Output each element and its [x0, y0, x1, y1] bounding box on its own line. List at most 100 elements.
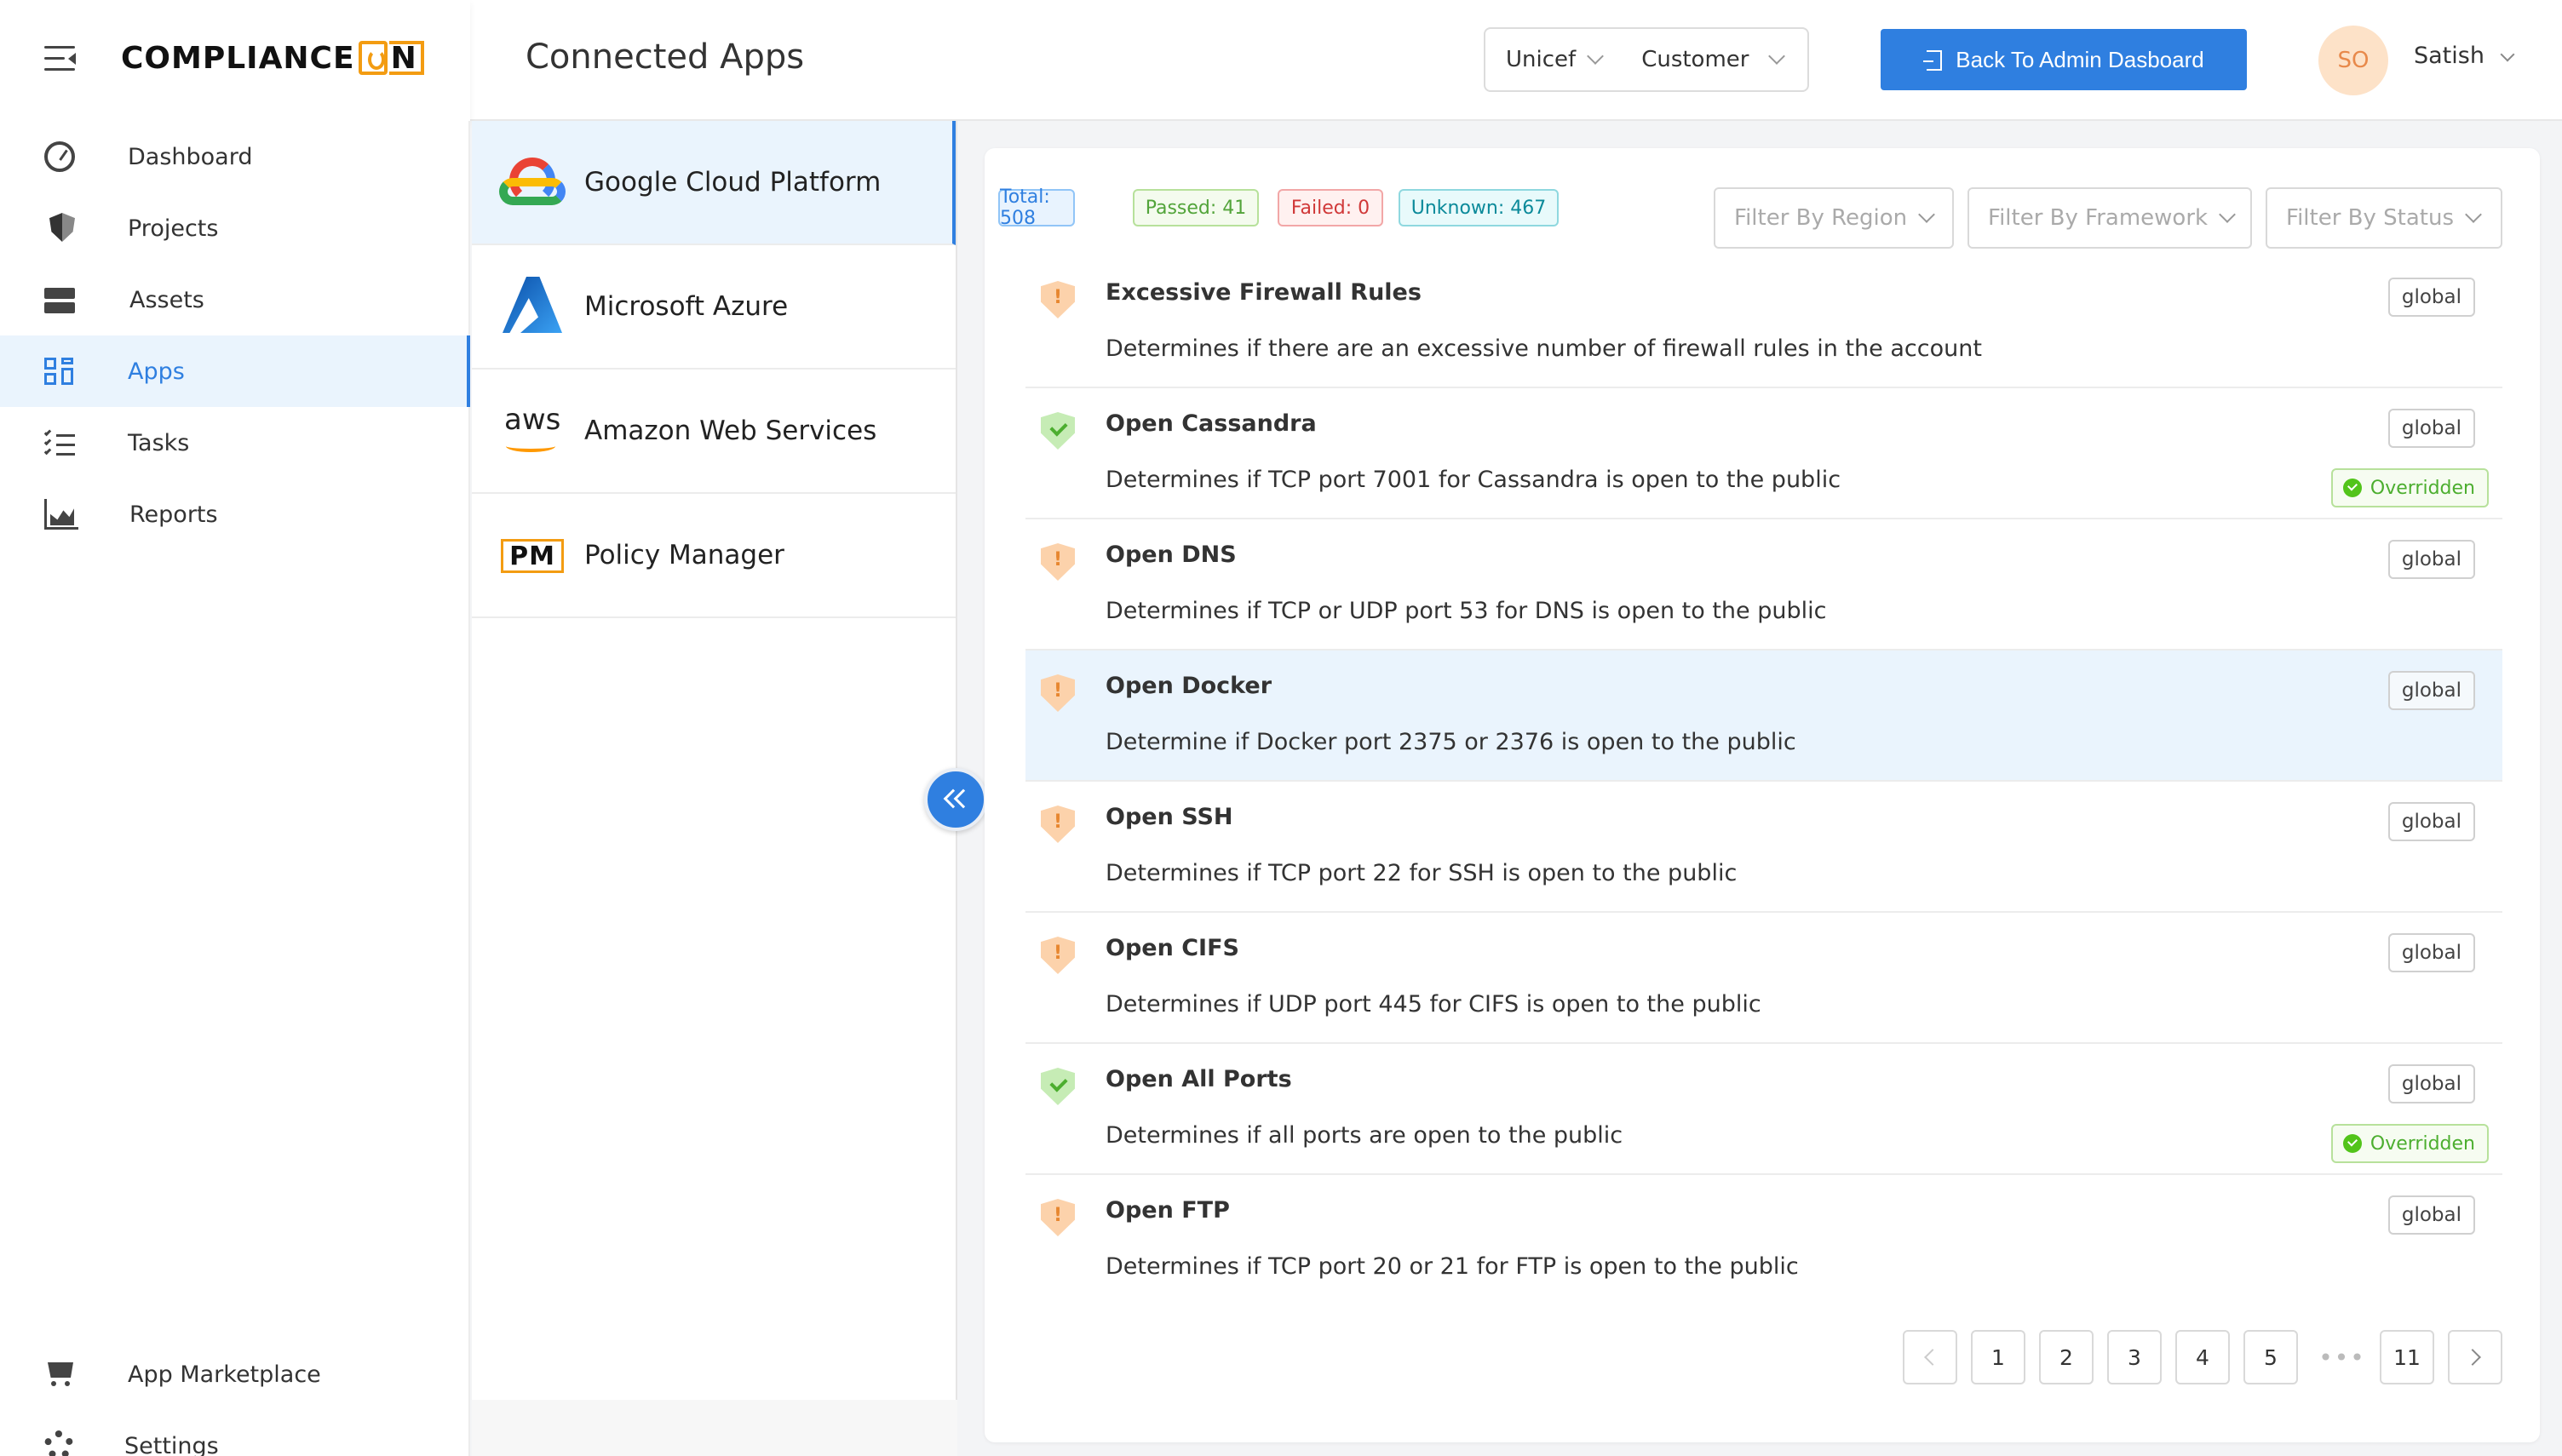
rule-item[interactable]: ! Open Docker Determine if Docker port 2…: [1025, 651, 2502, 782]
app-item-azure[interactable]: Microsoft Azure: [472, 245, 956, 370]
sidebar-item-tasks[interactable]: Tasks: [0, 407, 470, 479]
more-pages-ellipsis[interactable]: •••: [2315, 1330, 2370, 1384]
rule-description: Determines if TCP port 22 for SSH is ope…: [1106, 860, 1738, 886]
warning-shield-icon: !: [1041, 281, 1075, 318]
area-chart-icon: [44, 499, 78, 530]
aws-logo-text: aws: [504, 403, 561, 437]
override-label: Overridden: [2370, 477, 2475, 499]
warning-shield-icon: !: [1041, 1199, 1075, 1236]
filter-region-select[interactable]: Filter By Region: [1714, 187, 1954, 249]
overridden-badge: Overridden: [2330, 468, 2489, 507]
warning-shield-icon: !: [1041, 805, 1075, 843]
back-to-admin-button[interactable]: Back To Admin Dasboard: [1881, 29, 2247, 90]
rule-description: Determines if TCP or UDP port 53 for DNS…: [1106, 598, 1827, 624]
app-item-gcp[interactable]: Google Cloud Platform: [472, 121, 956, 245]
sidebar-item-reports[interactable]: Reports: [0, 479, 470, 550]
chevron-right-icon: [2464, 1349, 2481, 1366]
collapse-panel-button[interactable]: [924, 768, 987, 831]
rule-title: Excessive Firewall Rules: [1106, 279, 1422, 306]
sidebar-item-label: Projects: [128, 215, 219, 242]
scope-tag: global: [2387, 671, 2475, 710]
scope-tag: global: [2387, 409, 2475, 448]
compliance-on-logo[interactable]: COMPLIANCE N: [121, 39, 424, 77]
rule-item[interactable]: ! Excessive Firewall Rules Determines if…: [1025, 257, 2502, 388]
brand-area: COMPLIANCE N: [0, 0, 470, 121]
azure-logo-icon: [499, 277, 567, 336]
app-name: Google Cloud Platform: [584, 167, 882, 198]
org-value: Unicef: [1506, 47, 1577, 72]
rule-description: Determines if all ports are open to the …: [1106, 1122, 1623, 1149]
gear-icon: [44, 1430, 73, 1456]
passed-count-badge[interactable]: Passed: 41: [1133, 189, 1259, 226]
rule-title: Open All Ports: [1106, 1066, 1292, 1092]
page-button-11[interactable]: 11: [2380, 1330, 2434, 1384]
failed-count-badge[interactable]: Failed: 0: [1278, 189, 1383, 226]
page-button-1[interactable]: 1: [1971, 1330, 2025, 1384]
rule-title: Open Docker: [1106, 673, 1272, 699]
page-button-2[interactable]: 2: [2039, 1330, 2094, 1384]
admin-button-label: Back To Admin Dasboard: [1956, 46, 2204, 72]
next-page-button[interactable]: [2448, 1330, 2502, 1384]
user-menu-chevron-icon[interactable]: [2500, 47, 2515, 62]
previous-page-button[interactable]: [1903, 1330, 1957, 1384]
unknown-count-badge[interactable]: Unknown: 467: [1399, 189, 1559, 226]
sidebar-item-apps[interactable]: Apps: [0, 335, 470, 407]
sidebar-item-label: Settings: [124, 1432, 219, 1456]
sidebar-item-label: Assets: [129, 286, 204, 313]
org-role-selector: Unicef Customer: [1484, 27, 1809, 92]
org-dropdown[interactable]: Unicef: [1485, 29, 1621, 90]
connected-apps-list: Google Cloud Platform Microsoft Azure aw…: [472, 121, 957, 1400]
sidebar-item-app-marketplace[interactable]: App Marketplace: [0, 1338, 470, 1410]
pm-logo-icon: PM: [499, 525, 567, 585]
chevron-down-icon: [2465, 206, 2482, 223]
app-name: Amazon Web Services: [584, 416, 877, 446]
scope-tag: global: [2387, 802, 2475, 841]
warning-shield-icon: !: [1041, 674, 1075, 712]
rule-item[interactable]: ! Open SSH Determines if TCP port 22 for…: [1025, 782, 2502, 913]
tasks-list-icon: [43, 427, 78, 458]
menu-toggle-icon[interactable]: [44, 46, 78, 72]
role-dropdown[interactable]: Customer: [1621, 29, 1807, 90]
server-icon: [44, 284, 78, 315]
user-name[interactable]: Satish: [2414, 43, 2484, 69]
logo-text-n: N: [388, 41, 424, 75]
override-label: Overridden: [2370, 1132, 2475, 1155]
rule-item[interactable]: ! Open FTP Determines if TCP port 20 or …: [1025, 1175, 2502, 1306]
page-button-5[interactable]: 5: [2243, 1330, 2298, 1384]
sidebar-item-label: App Marketplace: [128, 1361, 321, 1388]
page-title: Connected Apps: [526, 37, 805, 77]
filter-status-select[interactable]: Filter By Status: [2266, 187, 2502, 249]
sidebar: Dashboard Projects Assets Apps Tasks Rep…: [0, 121, 470, 1456]
app-item-aws[interactable]: aws Amazon Web Services: [472, 370, 956, 494]
apps-panel-footer: [472, 1400, 957, 1456]
chevron-down-icon: [1918, 206, 1936, 223]
rule-item[interactable]: Open Cassandra Determines if TCP port 70…: [1025, 388, 2502, 519]
pm-logo-text: PM: [501, 539, 564, 573]
rules-card: Total: 508 Passed: 41 Failed: 0 Unknown:…: [985, 148, 2540, 1442]
sidebar-item-assets[interactable]: Assets: [0, 264, 470, 335]
rule-item[interactable]: ! Open DNS Determines if TCP or UDP port…: [1025, 519, 2502, 651]
sidebar-item-dashboard[interactable]: Dashboard: [0, 121, 470, 192]
scope-tag: global: [2387, 933, 2475, 972]
rule-description: Determines if there are an excessive num…: [1106, 335, 1982, 362]
total-count-badge[interactable]: Total: 508: [998, 186, 1075, 229]
rule-item[interactable]: ! Open CIFS Determines if UDP port 445 f…: [1025, 913, 2502, 1044]
rule-description: Determines if UDP port 445 for CIFS is o…: [1106, 991, 1761, 1017]
app-item-policy-manager[interactable]: PM Policy Manager: [472, 494, 956, 618]
cart-icon: [44, 1359, 78, 1390]
page-button-3[interactable]: 3: [2107, 1330, 2162, 1384]
rule-item[interactable]: Open All Ports Determines if all ports a…: [1025, 1044, 2502, 1175]
power-icon: [358, 41, 388, 75]
rule-description: Determines if TCP port 7001 for Cassandr…: [1106, 467, 1841, 493]
filter-framework-select[interactable]: Filter By Framework: [1967, 187, 2252, 249]
check-shield-icon: [1041, 1068, 1075, 1105]
avatar[interactable]: SO: [2318, 26, 2388, 95]
chevron-down-icon: [2219, 206, 2236, 223]
sidebar-item-settings[interactable]: Settings: [0, 1410, 470, 1456]
sidebar-item-projects[interactable]: Projects: [0, 192, 470, 264]
filter-placeholder: Filter By Region: [1734, 205, 1908, 231]
filter-placeholder: Filter By Framework: [1988, 205, 2209, 231]
shield-icon: [49, 213, 75, 242]
rule-title: Open CIFS: [1106, 935, 1239, 961]
page-button-4[interactable]: 4: [2175, 1330, 2230, 1384]
